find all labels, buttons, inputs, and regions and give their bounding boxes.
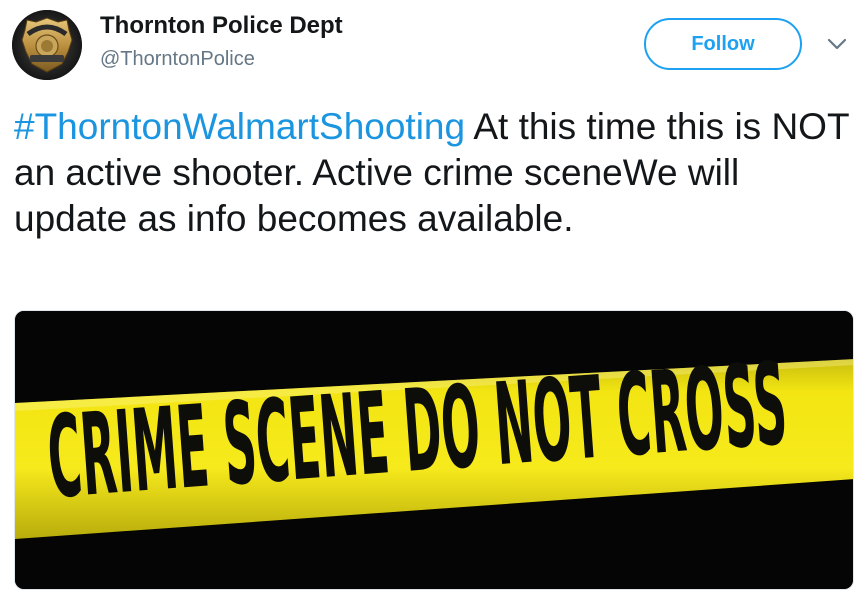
hashtag-link[interactable]: #ThorntonWalmartShooting <box>14 106 465 147</box>
tweet-card: Thornton Police Dept @ThorntonPolice Fol… <box>0 0 861 598</box>
police-badge-icon <box>12 10 82 80</box>
tweet-image[interactable]: CRIME SCENE DO NOT CROSS <box>14 310 854 590</box>
display-name[interactable]: Thornton Police Dept <box>100 12 343 40</box>
crime-scene-tape-image: CRIME SCENE DO NOT CROSS <box>15 311 853 589</box>
tweet-text: #ThorntonWalmartShooting At this time th… <box>14 104 849 242</box>
follow-button[interactable]: Follow <box>644 18 802 70</box>
user-handle[interactable]: @ThorntonPolice <box>100 48 255 71</box>
avatar[interactable] <box>12 10 82 80</box>
chevron-down-icon[interactable] <box>826 36 848 52</box>
